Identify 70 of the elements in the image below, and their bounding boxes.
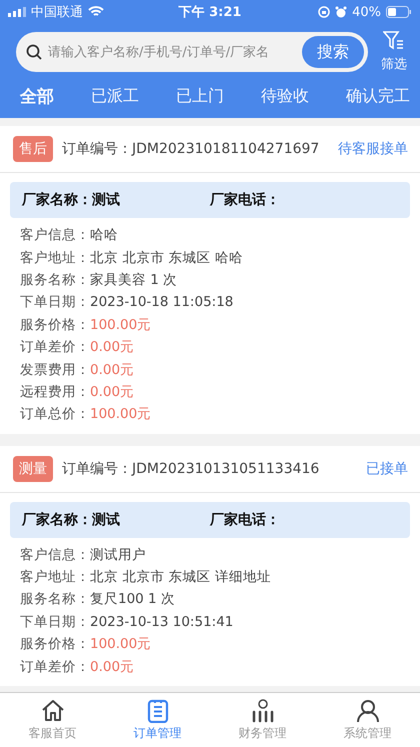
price-value: 0.00元 xyxy=(90,382,134,401)
search-field[interactable]: 请输入客户名称/手机号/订单号/厂家名 搜索 xyxy=(16,32,368,72)
field-label: 下单日期： xyxy=(20,293,90,312)
price-value: 100.00元 xyxy=(90,635,152,654)
price-value: 0.00元 xyxy=(90,658,134,676)
status-tab[interactable]: 待验收 xyxy=(261,85,309,108)
field-value: 哈哈 xyxy=(90,226,118,244)
field-label: 服务价格： xyxy=(20,316,90,334)
list-icon xyxy=(146,698,170,722)
home-icon xyxy=(40,698,64,722)
nav-tab[interactable]: 财务管理 xyxy=(210,693,315,747)
price-value: 100.00元 xyxy=(90,316,152,334)
field-label: 客户地址： xyxy=(20,568,90,586)
status-tab[interactable]: 已派工 xyxy=(91,85,139,108)
battery-icon xyxy=(386,6,412,18)
rotation-lock-icon xyxy=(318,6,330,18)
order-status: 已接单 xyxy=(366,460,408,478)
signal-icon xyxy=(8,7,26,17)
price-value: 0.00元 xyxy=(90,360,134,379)
field-label: 厂家电话： xyxy=(210,510,280,529)
status-tab[interactable]: 全部 xyxy=(20,85,54,108)
carrier-name: 中国联通 xyxy=(31,4,83,21)
search-button[interactable]: 搜索 xyxy=(302,36,364,68)
field-value: 2023-10-13 10:51:41 xyxy=(90,614,234,630)
nav-tab[interactable]: 订单管理 xyxy=(105,693,210,747)
alarm-icon xyxy=(335,6,348,18)
clock-time: 下午 3:21 xyxy=(178,4,242,21)
price-value: 0.00元 xyxy=(90,338,134,356)
price-value: 100.00元 xyxy=(90,405,152,424)
nav-tab[interactable]: 客服首页 xyxy=(0,693,105,747)
field-value: 复尺100 1 次 xyxy=(90,590,175,608)
field-label: 客户地址： xyxy=(20,248,90,267)
status-tab[interactable]: 已上门 xyxy=(176,85,224,108)
field-label: 订单差价： xyxy=(20,658,90,676)
order-number: 订单编号：JDM202310181104271697 xyxy=(62,140,320,158)
field-label: 客户信息： xyxy=(20,226,90,244)
order-card[interactable]: 售后 订单编号：JDM202310181104271697 待客服接单 厂家名称：测试 厂家电话： 客户信息：哈哈 客户地址：北京 北京市 东城区 哈哈 服务名称：家具美容 1 次 下单日期：2023-10-18 11:05:18 服务价格：100.00元 订单差价：0.00元 发票费用：0.00元 远程费用：0.00元 订单总价：100.00元 xyxy=(0,126,420,434)
field-label: 发票费用： xyxy=(20,360,90,379)
field-label: 厂家电话： xyxy=(210,191,280,209)
order-type-tag: 售后 xyxy=(13,136,53,162)
status-tab[interactable]: 确认完工 xyxy=(346,85,410,108)
field-value: 家具美容 1 次 xyxy=(90,270,178,289)
field-label: 订单总价： xyxy=(20,405,90,424)
nav-tab[interactable]: 系统管理 xyxy=(315,693,420,747)
wifi-icon xyxy=(88,6,104,18)
field-label: 服务价格： xyxy=(20,635,90,654)
battery-percent: 40% xyxy=(352,4,381,20)
order-type-tag: 测量 xyxy=(13,456,53,482)
order-card[interactable]: 测量 订单编号：JDM202310131051133416 已接单 厂家名称：测试 厂家电话： 客户信息：测试用户 客户地址：北京 北京市 东城区 详细地址 服务名称：复尺100 1 次 下单日期：2023-10-13 10:51:41 服务价格：100.00元 订单差价：0.00元 xyxy=(0,446,420,686)
field-value: 北京 北京市 东城区 哈哈 xyxy=(90,248,243,267)
field-value: 测试用户 xyxy=(90,546,146,564)
field-label: 厂家名称： xyxy=(22,510,92,529)
filter-icon xyxy=(383,31,405,51)
order-number: 订单编号：JDM202310131051133416 xyxy=(62,460,320,478)
order-status: 待客服接单 xyxy=(338,140,408,158)
field-value: 2023-10-18 11:05:18 xyxy=(90,294,234,310)
field-label: 订单差价： xyxy=(20,338,90,356)
field-label: 远程费用： xyxy=(20,382,90,401)
search-icon xyxy=(26,44,42,60)
field-label: 服务名称： xyxy=(20,590,90,608)
field-value: 测试 xyxy=(92,510,120,529)
field-label: 厂家名称： xyxy=(22,191,92,209)
field-label: 下单日期： xyxy=(20,612,90,631)
bar-coin-icon xyxy=(250,698,274,722)
field-value: 北京 北京市 东城区 详细地址 xyxy=(90,568,271,586)
person-icon xyxy=(356,698,380,722)
field-label: 服务名称： xyxy=(20,270,90,289)
field-value: 测试 xyxy=(92,191,120,209)
field-label: 客户信息： xyxy=(20,546,90,564)
filter-button[interactable]: 筛选 xyxy=(376,31,412,73)
